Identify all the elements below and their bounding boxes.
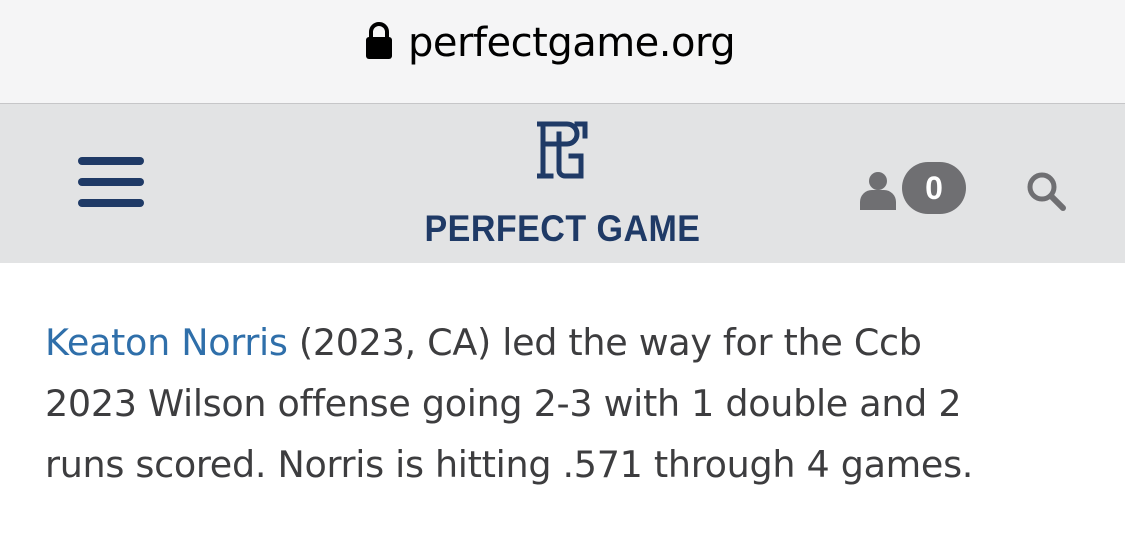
article-body: Keaton Norris (2023, CA) led the way for… [45,312,1095,495]
player-link[interactable]: Keaton Norris [45,321,288,364]
site-logo-text[interactable]: PERFECT GAME [422,204,703,254]
article-line-1-text: (2023, CA) led the way for the Ccb [287,321,922,364]
cart-count-badge[interactable]: 0 [902,162,966,214]
site-header: PERFECT GAME 0 [0,104,1125,263]
url-text[interactable]: perfectgame.org [408,15,736,71]
lock-icon [366,22,392,59]
search-icon[interactable] [1025,170,1067,212]
hamburger-menu-icon[interactable] [78,154,146,210]
article-line-1: Keaton Norris (2023, CA) led the way for… [45,312,1095,373]
browser-url-bar[interactable]: perfectgame.org [0,0,1125,104]
article-line-2: 2023 Wilson offense going 2-3 with 1 dou… [45,382,962,425]
article-line-3: runs scored. Norris is hitting .571 thro… [45,443,974,486]
user-icon[interactable] [858,170,898,210]
pg-logo-icon[interactable] [537,120,589,182]
